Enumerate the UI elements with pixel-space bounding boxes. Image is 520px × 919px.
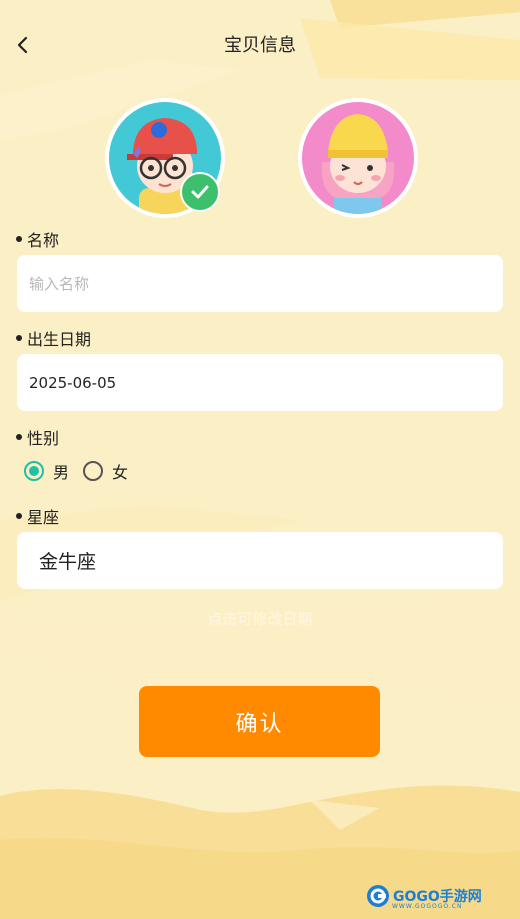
gender-radio-group: 男 女: [24, 459, 142, 483]
name-input-placeholder: 输入名称: [29, 275, 90, 293]
name-label-text: 名称: [27, 231, 60, 250]
gender-option-male: 男: [53, 463, 70, 482]
bullet-dot: [16, 335, 22, 341]
checkmark-icon: [191, 185, 209, 199]
confirm-button[interactable]: 确认: [139, 686, 380, 757]
bullet-dot: [16, 513, 22, 519]
watermark-logo: GOGO手游网 WWW.GOGOGO.CN: [366, 884, 482, 910]
selected-check-badge: [180, 172, 220, 212]
birth-date-value: 2025-06-05: [29, 373, 117, 392]
gender-label: 性别: [16, 425, 59, 449]
gogo-logo-icon: [367, 885, 389, 907]
birth-date-field[interactable]: 2025-06-05: [17, 354, 503, 411]
girl-avatar-icon: [302, 102, 414, 214]
birth-date-label-text: 出生日期: [27, 330, 92, 349]
radio-selected-icon: [24, 461, 44, 481]
bullet-dot: [16, 236, 22, 242]
zodiac-label: 星座: [16, 504, 59, 528]
name-label: 名称: [16, 227, 59, 251]
name-input[interactable]: 输入名称: [17, 255, 503, 312]
gender-radio-female[interactable]: 女: [83, 459, 128, 483]
zodiac-field: 金牛座: [17, 532, 503, 589]
page-title: 宝贝信息: [224, 35, 296, 56]
watermark-url: WWW.GOGOGO.CN: [392, 903, 463, 910]
gender-radio-male[interactable]: 男: [24, 459, 69, 483]
birth-date-label: 出生日期: [16, 326, 91, 350]
gender-label-text: 性别: [27, 429, 60, 448]
avatar-girl[interactable]: [298, 98, 418, 218]
gender-option-female: 女: [112, 463, 129, 482]
zodiac-label-text: 星座: [27, 508, 60, 527]
zodiac-value: 金牛座: [39, 551, 97, 573]
hint-text: 点击可修改日期: [207, 610, 313, 628]
bullet-dot: [16, 434, 22, 440]
header: 宝贝信息: [0, 0, 520, 88]
radio-unselected-icon: [83, 461, 104, 481]
